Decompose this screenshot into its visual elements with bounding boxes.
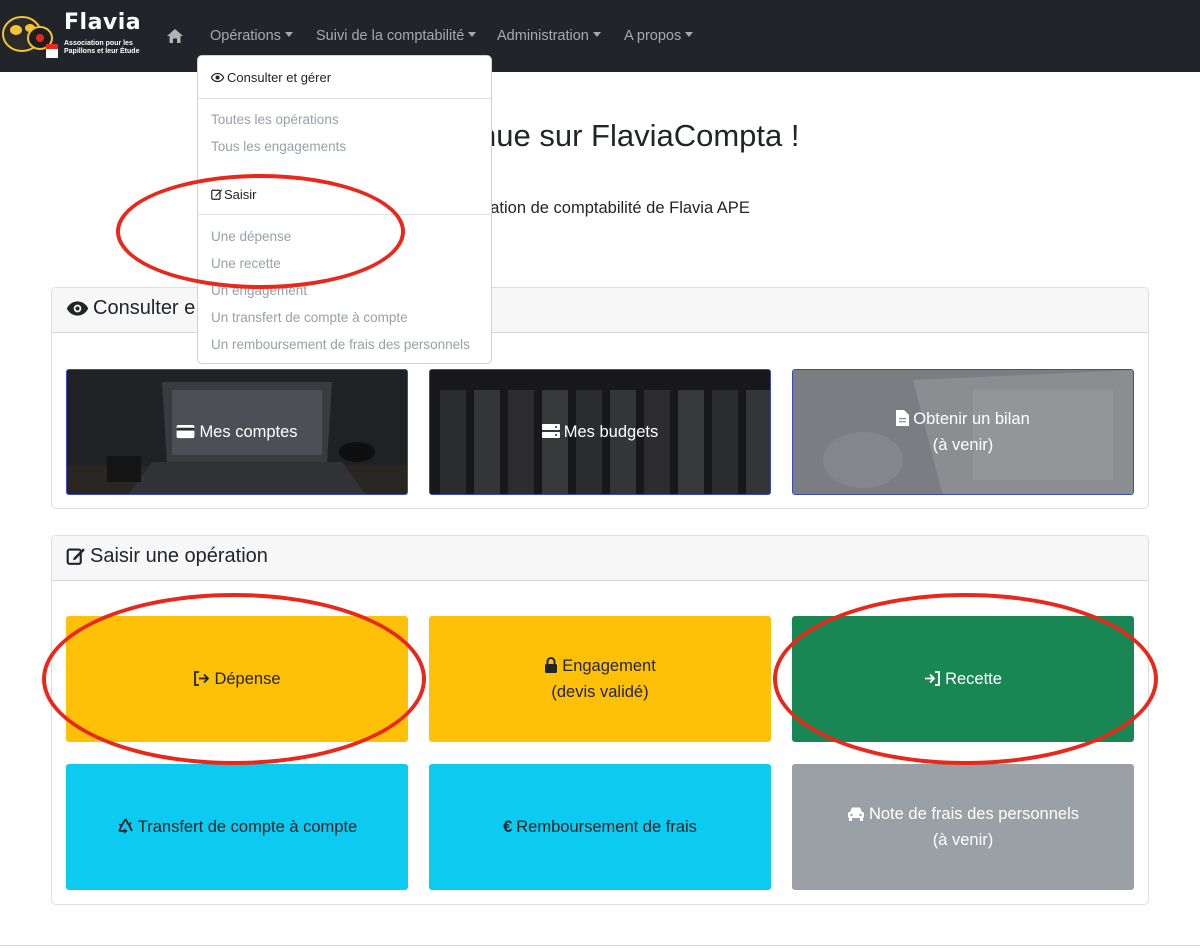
caret-down-icon: [685, 32, 694, 37]
tile-transfert-label: Transfert de compte à compte: [117, 814, 357, 840]
nav-operations[interactable]: Opérations: [210, 28, 293, 44]
dropdown-item-transfert[interactable]: Un transfert de compte à compte: [211, 310, 408, 325]
tile-engagement-sublabel: (devis validé): [551, 683, 649, 701]
car-icon: [847, 807, 864, 821]
dropdown-item-remboursement[interactable]: Un remboursement de frais des personnels: [211, 337, 470, 352]
lock-icon: [545, 657, 558, 673]
tile-mes-comptes-label: Mes comptes: [176, 419, 298, 445]
tile-depense-label: Dépense: [193, 666, 281, 692]
caret-down-icon: [592, 32, 601, 37]
sign-out-icon: [194, 671, 210, 686]
tile-engagement[interactable]: Engagement (devis validé): [429, 616, 771, 742]
brand-logo[interactable]: Flavia Association pour les Papillons et…: [0, 4, 150, 66]
operations-dropdown-menu: Consulter et gérer Toutes les opérations…: [197, 55, 492, 364]
euro-icon: €: [503, 818, 513, 836]
dropdown-divider: [198, 98, 491, 99]
tile-depense[interactable]: Dépense: [66, 616, 408, 742]
home-icon[interactable]: [166, 27, 184, 45]
tile-obtenir-bilan-label: Obtenir un bilan: [896, 406, 1030, 432]
dropdown-item-tous-engagements[interactable]: Tous les engagements: [211, 139, 346, 154]
tile-mes-budgets-label: Mes budgets: [541, 419, 658, 445]
edit-icon: [66, 548, 85, 565]
tile-note-frais-label: Note de frais des personnels: [847, 801, 1079, 827]
consult-card-title: Consulter e: [66, 297, 195, 320]
recycle-icon: [117, 818, 133, 834]
tile-engagement-label: Engagement: [544, 653, 656, 679]
nav-a-propos[interactable]: A propos: [624, 28, 694, 44]
dropdown-header-consult: Consulter et gérer: [210, 70, 331, 85]
enter-operation-card: Saisir une opération Dépense Engagement …: [51, 535, 1149, 905]
dropdown-divider: [198, 214, 491, 215]
page-bottom-divider: [0, 945, 1200, 946]
enter-card-title: Saisir une opération: [66, 545, 268, 568]
butterfly-logo-icon: [2, 16, 58, 58]
eye-icon: [210, 72, 225, 83]
top-navbar: Flavia Association pour les Papillons et…: [0, 0, 1200, 72]
nav-suivi-comptabilite[interactable]: Suivi de la comptabilité: [316, 28, 477, 44]
server-icon: [541, 424, 560, 438]
tile-obtenir-bilan-sublabel: (à venir): [932, 436, 994, 454]
dropdown-header-saisir: Saisir: [211, 187, 257, 202]
edit-icon: [211, 189, 223, 200]
caret-down-icon: [284, 32, 293, 37]
tile-recette-label: Recette: [924, 666, 1002, 692]
tile-note-frais-sublabel: (à venir): [932, 831, 994, 849]
brand-tagline: Association pour les Papillons et leur É…: [64, 40, 140, 55]
caret-down-icon: [468, 32, 477, 37]
eye-icon: [66, 301, 89, 316]
tile-transfert[interactable]: Transfert de compte à compte: [66, 764, 408, 890]
tile-remboursement-label: € Remboursement de frais: [503, 818, 697, 836]
tile-recette[interactable]: Recette: [792, 616, 1134, 742]
brand-name: Flavia: [64, 10, 142, 35]
dropdown-item-toutes-operations[interactable]: Toutes les opérations: [211, 112, 339, 127]
dropdown-item-une-depense[interactable]: Une dépense: [211, 229, 291, 244]
file-icon: [896, 410, 910, 426]
dropdown-item-un-engagement[interactable]: Un engagement: [211, 283, 307, 298]
tile-note-frais[interactable]: Note de frais des personnels (à venir): [792, 764, 1134, 890]
sign-in-icon: [925, 671, 940, 686]
dropdown-item-une-recette[interactable]: Une recette: [211, 256, 281, 271]
tile-mes-budgets[interactable]: Mes budgets: [429, 369, 771, 495]
tile-mes-comptes[interactable]: Mes comptes: [66, 369, 408, 495]
tile-obtenir-bilan[interactable]: Obtenir un bilan (à venir): [792, 369, 1134, 495]
tile-remboursement[interactable]: € Remboursement de frais: [429, 764, 771, 890]
card-icon: [177, 424, 195, 439]
nav-administration[interactable]: Administration: [497, 28, 601, 44]
enter-card-header: Saisir une opération: [52, 536, 1148, 581]
